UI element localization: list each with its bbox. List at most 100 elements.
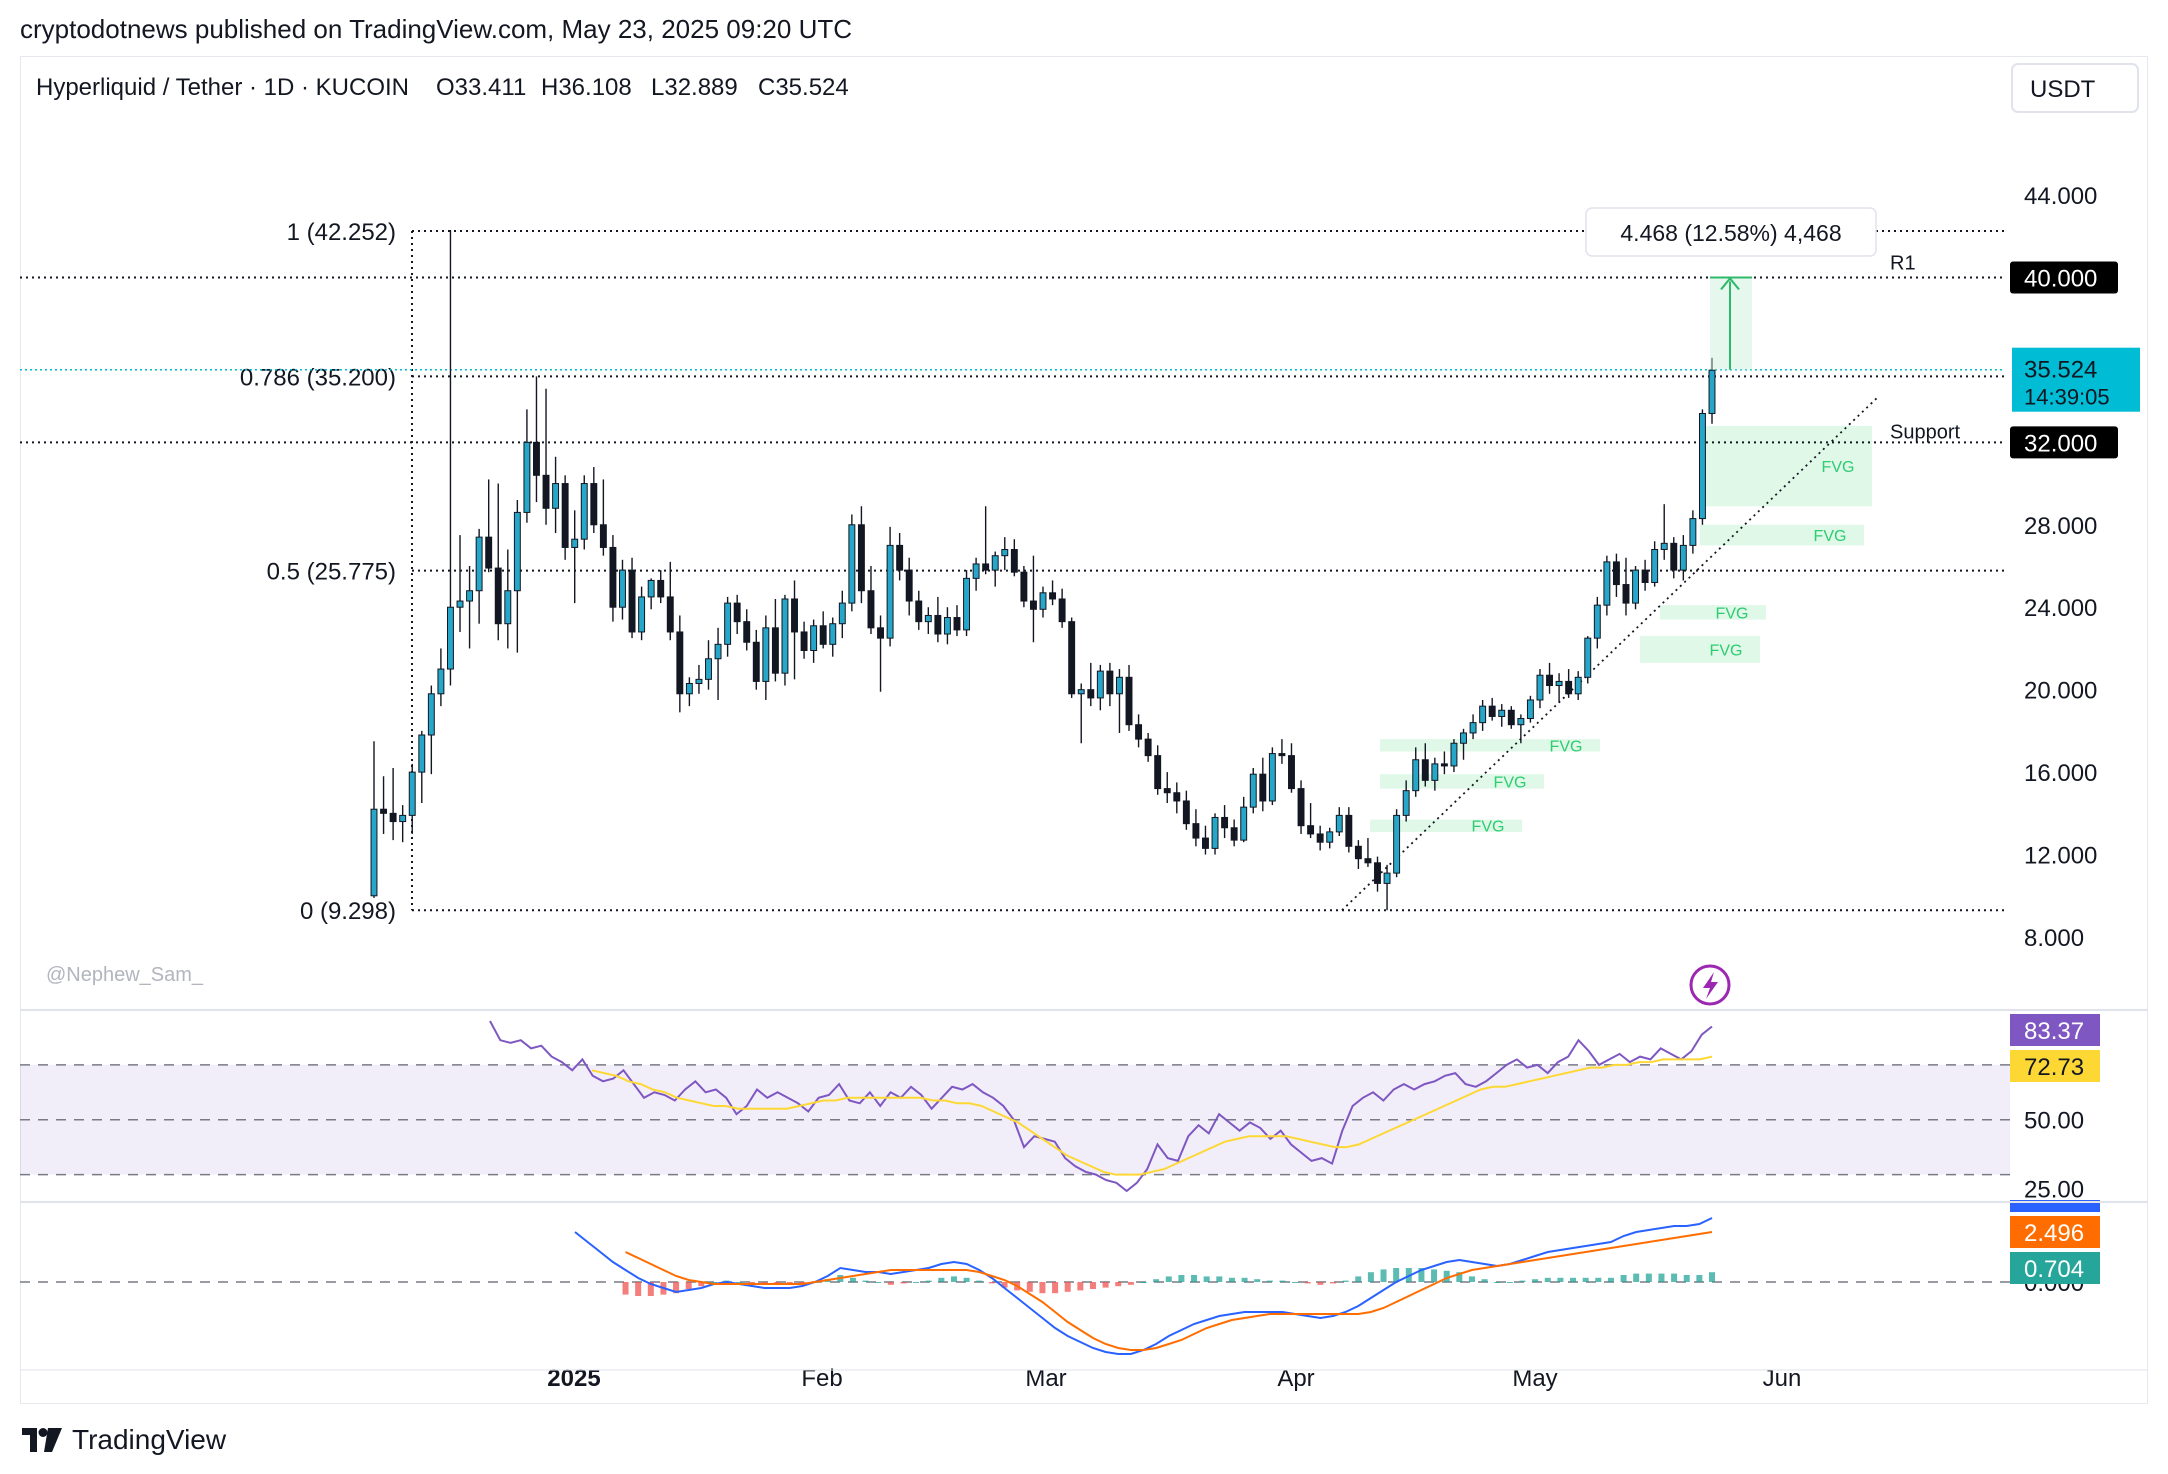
- candle[interactable]: [561, 475, 569, 560]
- candle[interactable]: [628, 557, 636, 639]
- candle[interactable]: [1612, 553, 1620, 597]
- candle[interactable]: [829, 617, 837, 657]
- candle[interactable]: [1316, 825, 1324, 851]
- candle[interactable]: [1574, 671, 1582, 700]
- candle[interactable]: [446, 230, 454, 686]
- candle[interactable]: [791, 580, 798, 680]
- candle[interactable]: [418, 730, 426, 804]
- candle[interactable]: [953, 605, 961, 637]
- candle[interactable]: [1345, 807, 1353, 853]
- candle[interactable]: [982, 506, 990, 575]
- candle[interactable]: [571, 510, 579, 604]
- candle[interactable]: [1660, 504, 1668, 560]
- candle[interactable]: [485, 479, 493, 573]
- candle[interactable]: [1106, 662, 1114, 707]
- candle[interactable]: [1440, 751, 1448, 775]
- candle[interactable]: [1115, 669, 1123, 733]
- candle[interactable]: [1144, 732, 1152, 762]
- candle[interactable]: [1163, 772, 1171, 804]
- candle[interactable]: [743, 609, 751, 651]
- candle[interactable]: [475, 528, 483, 624]
- candle[interactable]: [1326, 827, 1334, 849]
- candle[interactable]: [905, 557, 913, 616]
- candle[interactable]: [1173, 782, 1181, 814]
- candle[interactable]: [1211, 813, 1219, 855]
- candle[interactable]: [494, 483, 502, 641]
- candle[interactable]: [972, 557, 980, 591]
- candle[interactable]: [647, 578, 655, 610]
- candle[interactable]: [542, 388, 550, 525]
- candle[interactable]: [427, 685, 435, 775]
- candle[interactable]: [1268, 747, 1276, 806]
- candle[interactable]: [1555, 673, 1563, 703]
- candle[interactable]: [762, 615, 770, 700]
- candle[interactable]: [915, 590, 923, 630]
- candle[interactable]: [1584, 636, 1592, 684]
- candle[interactable]: [810, 619, 818, 663]
- candle[interactable]: [523, 409, 531, 523]
- candle[interactable]: [1182, 790, 1190, 830]
- candle[interactable]: [1412, 747, 1420, 797]
- candle[interactable]: [1077, 683, 1085, 744]
- candle[interactable]: [1154, 745, 1162, 795]
- candle[interactable]: [1087, 662, 1095, 707]
- candle[interactable]: [1096, 664, 1104, 711]
- candle[interactable]: [1651, 541, 1659, 587]
- candle[interactable]: [781, 594, 789, 686]
- candle[interactable]: [934, 596, 942, 643]
- candle[interactable]: [1488, 697, 1496, 721]
- candle[interactable]: [1010, 539, 1018, 577]
- candle[interactable]: [714, 627, 722, 700]
- candle[interactable]: [599, 479, 607, 556]
- candle[interactable]: [1536, 669, 1544, 709]
- candle[interactable]: [1393, 809, 1401, 878]
- candle[interactable]: [724, 596, 732, 657]
- candle[interactable]: [886, 526, 894, 647]
- candle[interactable]: [800, 621, 808, 659]
- candle[interactable]: [580, 475, 588, 550]
- candle[interactable]: [1670, 537, 1678, 579]
- candle[interactable]: [1058, 588, 1066, 628]
- measure-label[interactable]: 4.468 (12.58%) 4,468: [1585, 207, 1877, 257]
- candle[interactable]: [771, 598, 779, 682]
- candle[interactable]: [466, 566, 474, 649]
- candle[interactable]: [1240, 796, 1248, 843]
- candle[interactable]: [1202, 825, 1209, 855]
- candle[interactable]: [848, 514, 856, 612]
- candle[interactable]: [657, 570, 665, 604]
- candle[interactable]: [1450, 739, 1458, 773]
- candle[interactable]: [408, 763, 416, 834]
- candle[interactable]: [619, 559, 626, 620]
- candle[interactable]: [838, 590, 846, 639]
- candle[interactable]: [1307, 803, 1315, 839]
- candle[interactable]: [1335, 807, 1343, 837]
- candle[interactable]: [1507, 706, 1515, 729]
- support-trendline[interactable]: [1341, 396, 1879, 911]
- candle[interactable]: [1020, 566, 1028, 608]
- candle[interactable]: [456, 535, 464, 632]
- candle[interactable]: [666, 561, 674, 641]
- candle[interactable]: [1689, 510, 1697, 554]
- candle[interactable]: [437, 648, 445, 707]
- candle[interactable]: [752, 629, 760, 690]
- candle[interactable]: [695, 664, 703, 694]
- candle[interactable]: [1125, 664, 1133, 731]
- candle[interactable]: [1049, 580, 1057, 606]
- candle[interactable]: [1641, 559, 1649, 591]
- candle[interactable]: [1249, 767, 1257, 814]
- candle[interactable]: [1632, 566, 1640, 610]
- candle[interactable]: [857, 506, 865, 604]
- candle[interactable]: [1001, 537, 1009, 571]
- candle[interactable]: [1068, 617, 1076, 698]
- candle[interactable]: [1383, 864, 1391, 911]
- candle[interactable]: [1498, 704, 1506, 727]
- candle[interactable]: [963, 570, 971, 637]
- candle[interactable]: [991, 551, 999, 587]
- candle[interactable]: [1297, 780, 1305, 834]
- candle[interactable]: [1221, 805, 1229, 839]
- candle[interactable]: [1029, 555, 1037, 643]
- fvg-zone[interactable]: [1660, 605, 1766, 620]
- candle[interactable]: [380, 776, 388, 834]
- candle[interactable]: [1230, 819, 1238, 847]
- candle[interactable]: [513, 500, 521, 653]
